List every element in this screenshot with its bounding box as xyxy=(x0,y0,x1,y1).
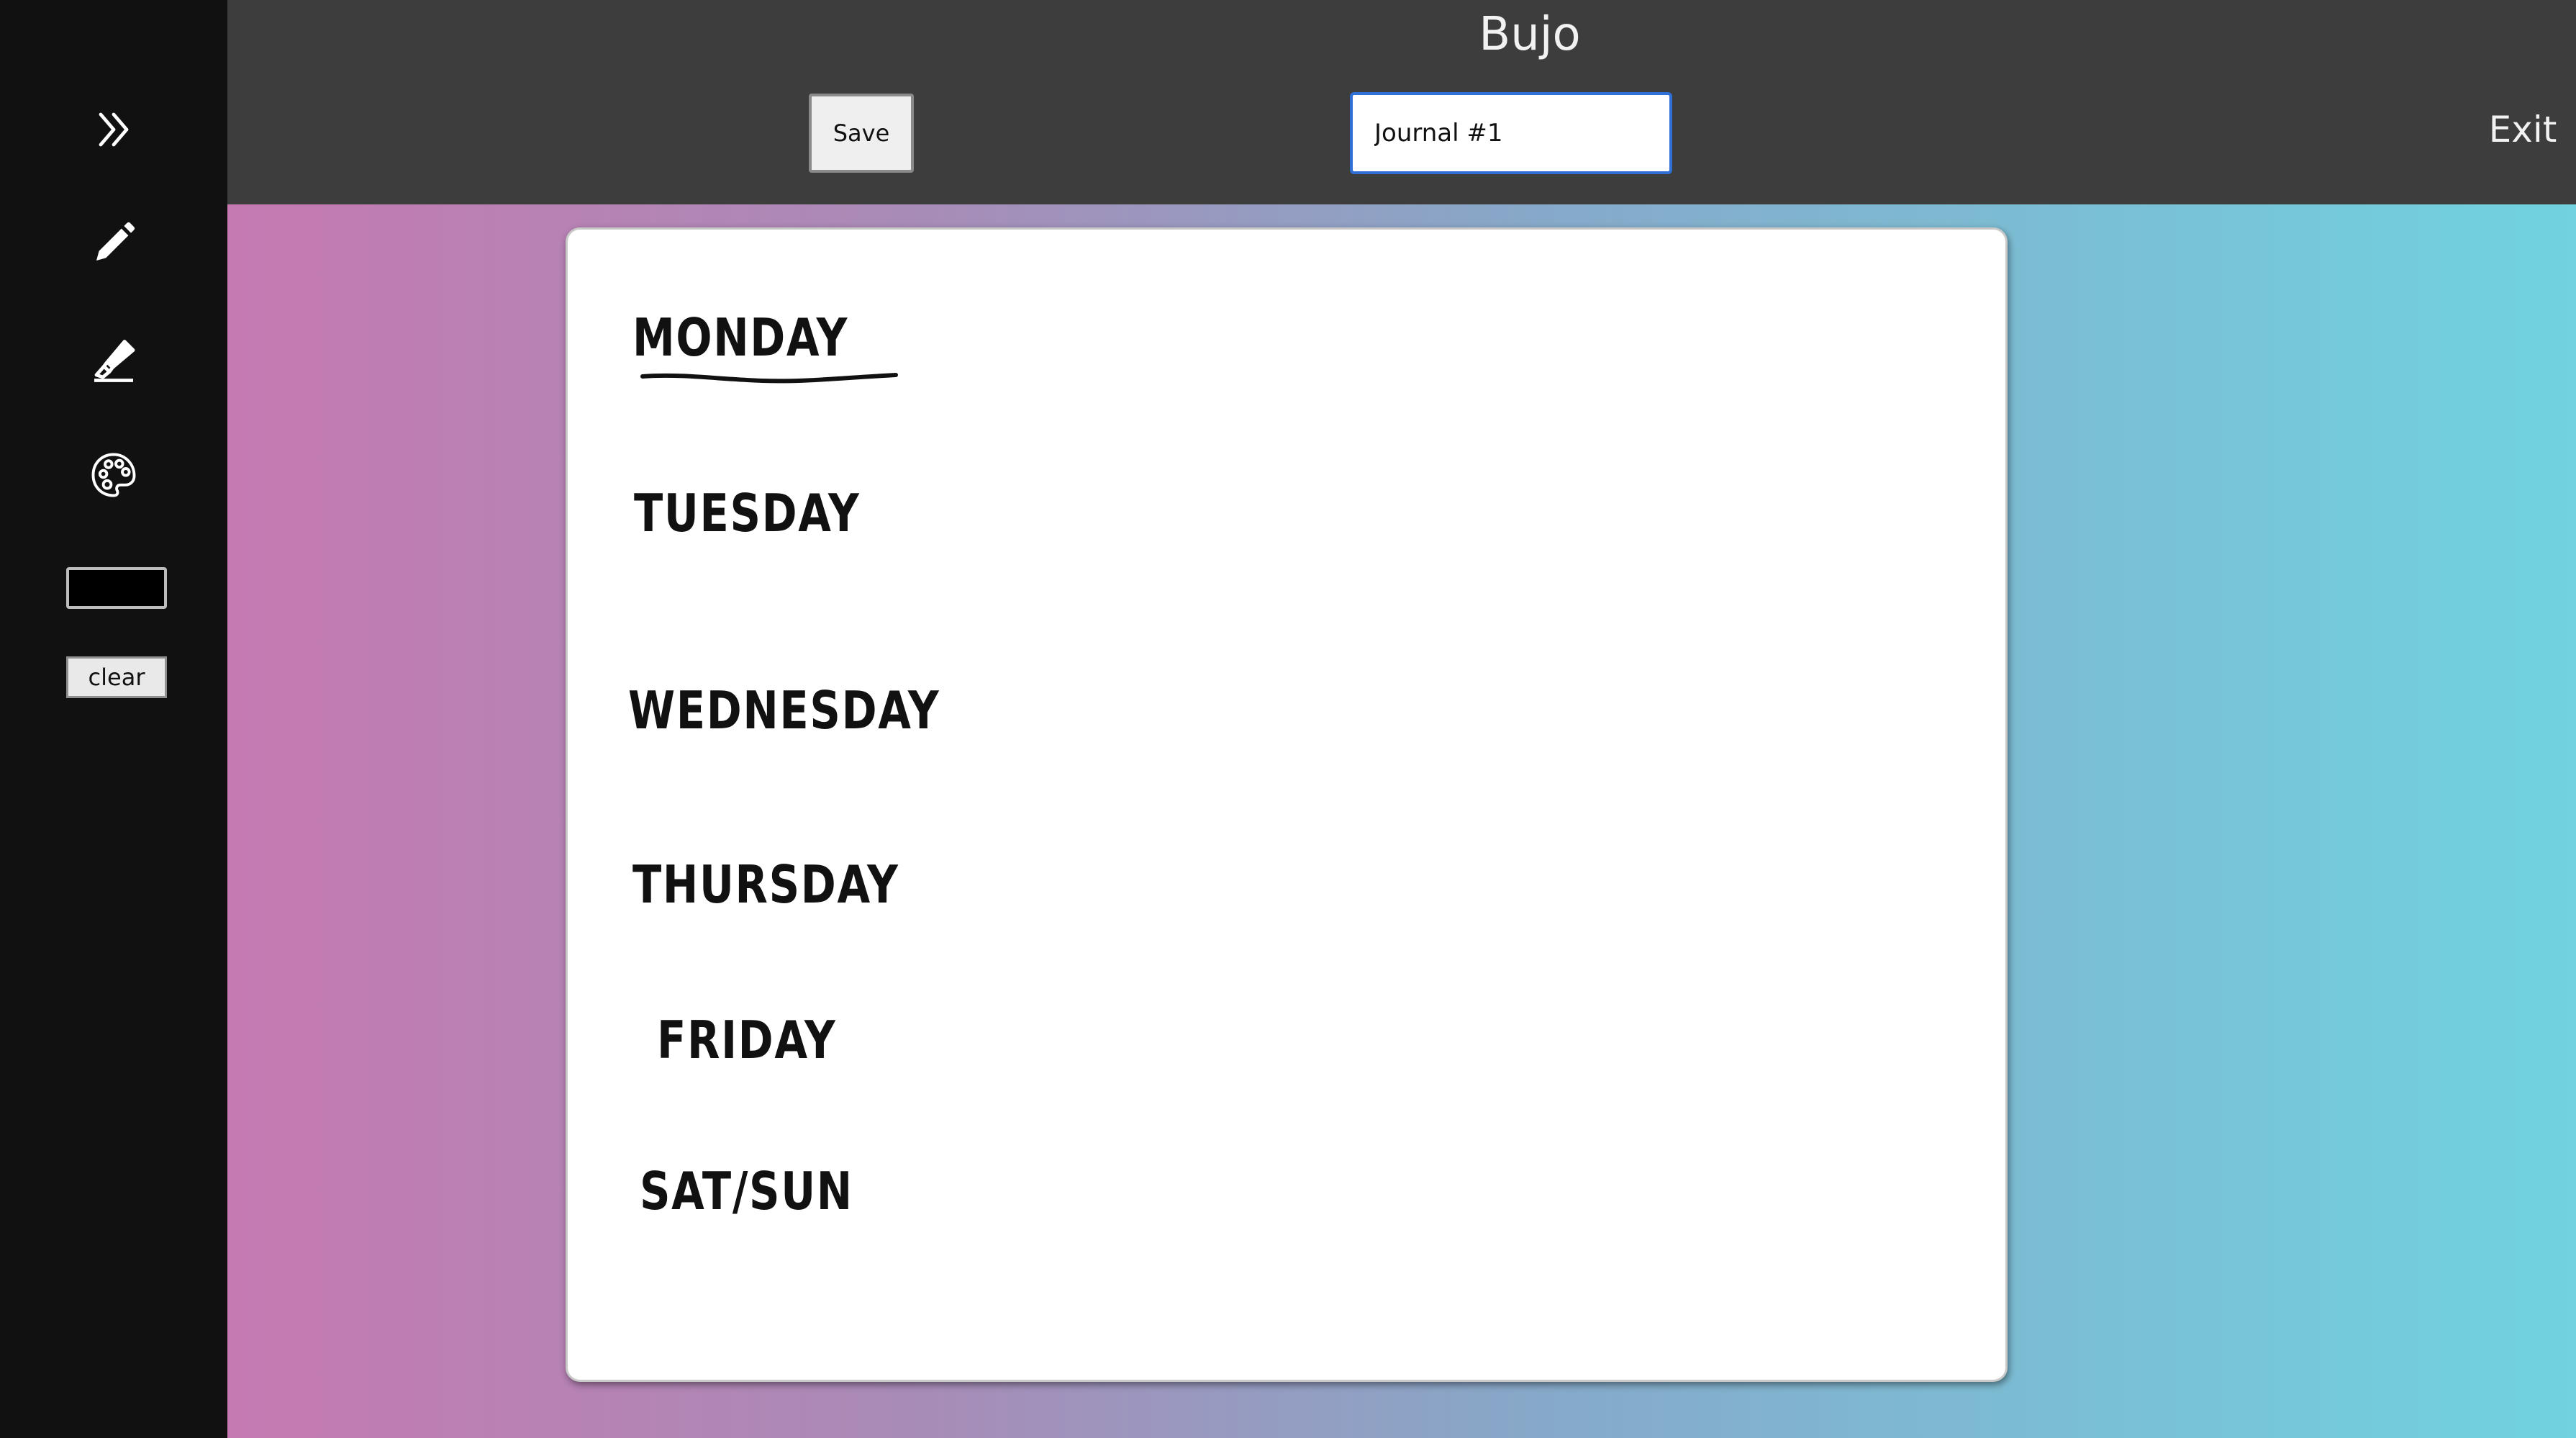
hand-drawn-underline xyxy=(640,373,898,384)
day-heading-thursday: THURSDAY xyxy=(632,854,899,915)
highlighter-icon xyxy=(94,340,135,382)
journal-canvas[interactable]: MONDAY TUESDAY WEDNESDAY THURSDAY FRIDAY… xyxy=(566,227,2008,1382)
top-bar: Bujo Save Exit xyxy=(227,0,2576,204)
expand-sidebar-button[interactable] xyxy=(85,101,142,158)
day-heading-tuesday: TUESDAY xyxy=(634,483,861,543)
day-heading-wednesday: WEDNESDAY xyxy=(628,680,940,741)
day-heading-sat-sun: SAT/SUN xyxy=(640,1161,853,1221)
app-title: Bujo xyxy=(1479,8,1581,61)
clear-button[interactable]: clear xyxy=(66,656,167,698)
chevrons-right-icon xyxy=(99,112,129,147)
highlighter-tool-button[interactable] xyxy=(85,331,142,389)
save-button[interactable]: Save xyxy=(809,94,914,173)
sidebar: clear xyxy=(0,0,227,1438)
day-heading-monday: MONDAY xyxy=(632,307,849,368)
color-swatch[interactable] xyxy=(66,567,167,609)
day-heading-friday: FRIDAY xyxy=(657,1010,837,1070)
pen-tool-button[interactable] xyxy=(85,214,142,272)
color-palette-button[interactable] xyxy=(85,446,142,504)
journal-name-input[interactable] xyxy=(1350,92,1672,174)
exit-button[interactable]: Exit xyxy=(2472,101,2573,158)
pencil-icon xyxy=(96,222,135,261)
palette-icon xyxy=(91,453,136,497)
